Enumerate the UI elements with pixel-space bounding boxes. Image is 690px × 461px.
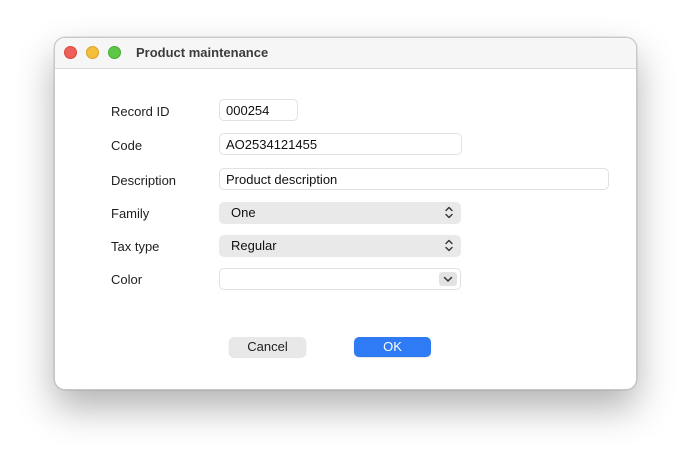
family-label: Family [111,206,150,221]
family-popup-value: One [231,205,256,220]
description-label: Description [111,173,177,188]
chevron-up-down-icon [445,239,453,252]
record-id-field[interactable]: 000254 [219,99,298,121]
color-label: Color [111,272,143,287]
title-bar[interactable]: Product maintenance [55,38,636,69]
window-title: Product maintenance [136,45,269,60]
zoom-window-button[interactable] [108,46,121,59]
tax-type-label: Tax type [111,239,160,254]
family-popup[interactable]: One [219,202,461,224]
code-label: Code [111,138,143,153]
ok-button[interactable]: OK [354,337,431,357]
tax-type-popup[interactable]: Regular [219,235,461,257]
minimize-window-button[interactable] [86,46,99,59]
color-dropdown-button[interactable] [439,272,457,286]
cancel-button[interactable]: Cancel [229,337,306,357]
chevron-up-down-icon [445,206,453,219]
chevron-down-icon [443,276,453,282]
color-combo-box[interactable] [219,268,461,290]
code-field[interactable]: AO2534121455 [219,133,462,155]
record-id-label: Record ID [111,104,170,119]
tax-type-popup-value: Regular [231,238,277,253]
product-maintenance-window: Product maintenance Record ID 000254 Cod… [54,37,637,390]
close-window-button[interactable] [64,46,77,59]
description-field[interactable]: Product description [219,168,609,190]
